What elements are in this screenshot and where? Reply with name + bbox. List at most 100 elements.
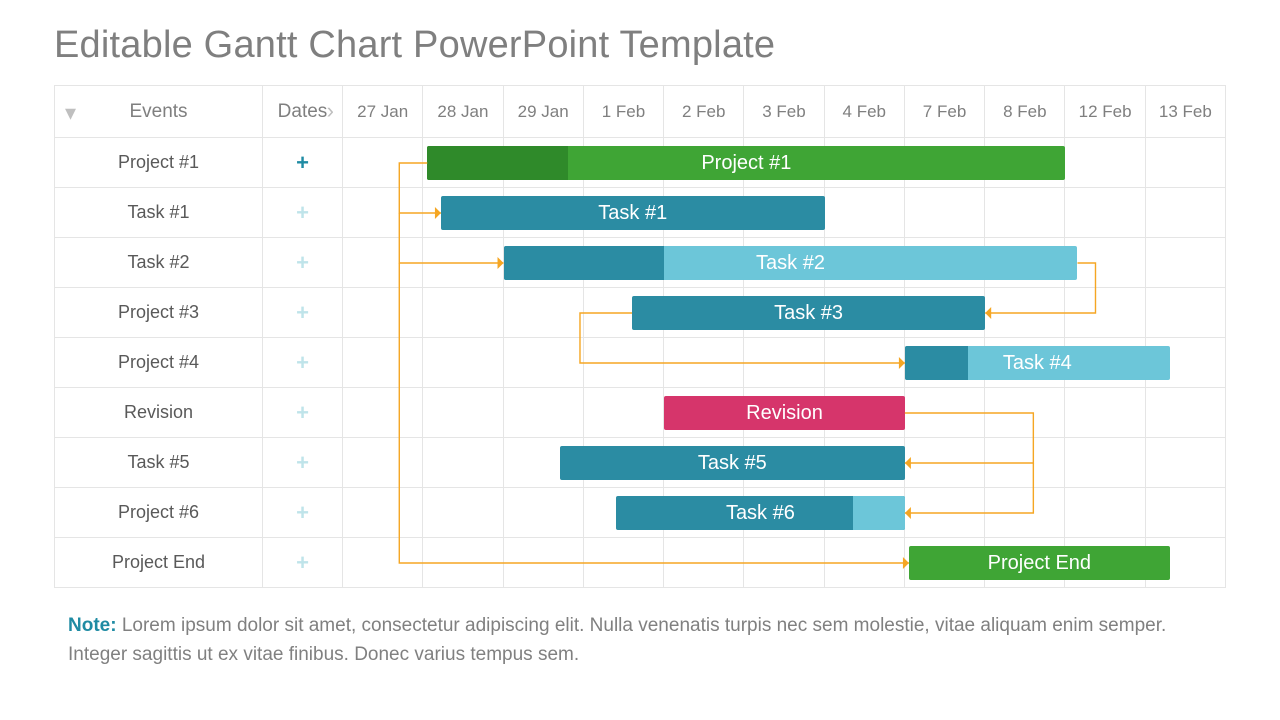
timeline-cell <box>1065 188 1145 238</box>
row-timeline: Project End <box>343 538 1226 588</box>
date-header-cell: 29 Jan <box>504 86 584 138</box>
date-header-cell: 2 Feb <box>664 86 744 138</box>
timeline-cell <box>905 388 985 438</box>
row-timeline: Task #5 <box>343 438 1226 488</box>
expand-icon[interactable]: + <box>296 152 309 174</box>
row-dates: + <box>263 488 343 538</box>
timeline-cell <box>1146 288 1226 338</box>
gantt-bar[interactable]: Task #6 <box>616 496 905 530</box>
gantt-bar[interactable]: Task #2 <box>504 246 1078 280</box>
row-label: Project #1 <box>55 138 263 188</box>
gantt-bar-label: Revision <box>746 402 823 425</box>
gantt-bar-label: Task #5 <box>698 452 767 475</box>
timeline-cell <box>343 388 423 438</box>
timeline-cell <box>343 138 423 188</box>
gantt-bar-label: Project End <box>988 552 1091 575</box>
page-title: Editable Gantt Chart PowerPoint Template <box>54 24 1226 67</box>
timeline-cell <box>343 188 423 238</box>
timeline-cell <box>1065 388 1145 438</box>
row-dates: + <box>263 538 343 588</box>
timeline-cell <box>1146 388 1226 438</box>
gantt-bar-progress <box>853 496 905 530</box>
timeline-cell <box>1146 438 1226 488</box>
row-timeline: Task #4 <box>343 338 1226 388</box>
timeline-cell <box>1146 238 1226 288</box>
timeline-cell <box>584 388 664 438</box>
timeline-cell <box>1065 488 1145 538</box>
timeline-cell <box>985 188 1065 238</box>
timeline-cell <box>423 438 503 488</box>
timeline-cell <box>343 538 423 588</box>
timeline-cell <box>1065 438 1145 488</box>
expand-icon[interactable]: + <box>296 452 309 474</box>
gantt-bar[interactable]: Task #3 <box>632 296 985 330</box>
timeline-cell <box>423 338 503 388</box>
date-header-cell: 8 Feb <box>985 86 1065 138</box>
gantt-row: Task #2 + Task #2 <box>55 238 1226 288</box>
row-dates: + <box>263 188 343 238</box>
gantt-bar-label: Task #2 <box>756 252 825 275</box>
timeline-cell <box>825 338 905 388</box>
gantt-bar-label: Task #1 <box>598 202 667 225</box>
gantt-row: Task #1 + Task #1 <box>55 188 1226 238</box>
gantt-bar[interactable]: Revision <box>664 396 905 430</box>
row-dates: + <box>263 238 343 288</box>
gantt-bar-label: Task #4 <box>1003 352 1072 375</box>
expand-icon[interactable]: + <box>296 552 309 574</box>
gantt-bar-label: Task #3 <box>774 302 843 325</box>
row-label: Project #4 <box>55 338 263 388</box>
timeline-cell <box>985 388 1065 438</box>
row-timeline: Revision <box>343 388 1226 438</box>
timeline-header: 27 Jan28 Jan29 Jan1 Feb2 Feb3 Feb4 Feb7 … <box>343 86 1226 138</box>
row-timeline: Task #2 <box>343 238 1226 288</box>
chevron-down-icon[interactable]: ▾ <box>65 102 76 124</box>
row-label: Task #2 <box>55 238 263 288</box>
timeline-cell <box>905 188 985 238</box>
expand-icon[interactable]: + <box>296 352 309 374</box>
column-header-dates: Dates › <box>263 86 343 138</box>
gantt-bar[interactable]: Project End <box>909 546 1170 580</box>
row-label: Project #3 <box>55 288 263 338</box>
expand-icon[interactable]: + <box>296 502 309 524</box>
gantt-bar-progress <box>905 346 969 380</box>
row-timeline: Project #1 <box>343 138 1226 188</box>
gantt-bar[interactable]: Task #4 <box>905 346 1170 380</box>
timeline-cell <box>905 488 985 538</box>
timeline-cell <box>1065 238 1145 288</box>
date-header-cell: 7 Feb <box>905 86 985 138</box>
timeline-cell <box>584 338 664 388</box>
expand-icon[interactable]: + <box>296 252 309 274</box>
expand-icon[interactable]: + <box>296 402 309 424</box>
timeline-cell <box>985 438 1065 488</box>
gantt-row: Project #1 + Project #1 <box>55 138 1226 188</box>
note-label: Note: <box>68 615 117 636</box>
timeline-cell <box>1146 188 1226 238</box>
gantt-bar[interactable]: Project #1 <box>427 146 1065 180</box>
row-dates: + <box>263 388 343 438</box>
gantt-bar[interactable]: Task #5 <box>560 446 905 480</box>
row-label: Task #1 <box>55 188 263 238</box>
chevron-right-icon[interactable]: › <box>327 100 334 122</box>
timeline-cell <box>504 288 584 338</box>
row-label: Revision <box>55 388 263 438</box>
gantt-chart: ▾ Events Dates › 27 Jan28 Jan29 Jan1 Feb… <box>54 85 1226 588</box>
row-dates: + <box>263 288 343 338</box>
expand-icon[interactable]: + <box>296 202 309 224</box>
date-header-cell: 28 Jan <box>423 86 503 138</box>
row-label: Project End <box>55 538 263 588</box>
gantt-row: Task #5+Task #5 <box>55 438 1226 488</box>
gantt-bar-label: Task #6 <box>726 502 795 525</box>
row-timeline: Task #3 <box>343 288 1226 338</box>
timeline-cell <box>343 238 423 288</box>
timeline-cell <box>504 338 584 388</box>
timeline-cell <box>1065 288 1145 338</box>
gantt-bar[interactable]: Task #1 <box>441 196 825 230</box>
expand-icon[interactable]: + <box>296 302 309 324</box>
timeline-cell <box>423 388 503 438</box>
timeline-cell <box>1146 488 1226 538</box>
timeline-cell <box>905 438 985 488</box>
row-timeline: Task #6 <box>343 488 1226 538</box>
note-text: Lorem ipsum dolor sit amet, consectetur … <box>68 615 1166 665</box>
timeline-cell <box>985 288 1065 338</box>
row-dates: + <box>263 138 343 188</box>
